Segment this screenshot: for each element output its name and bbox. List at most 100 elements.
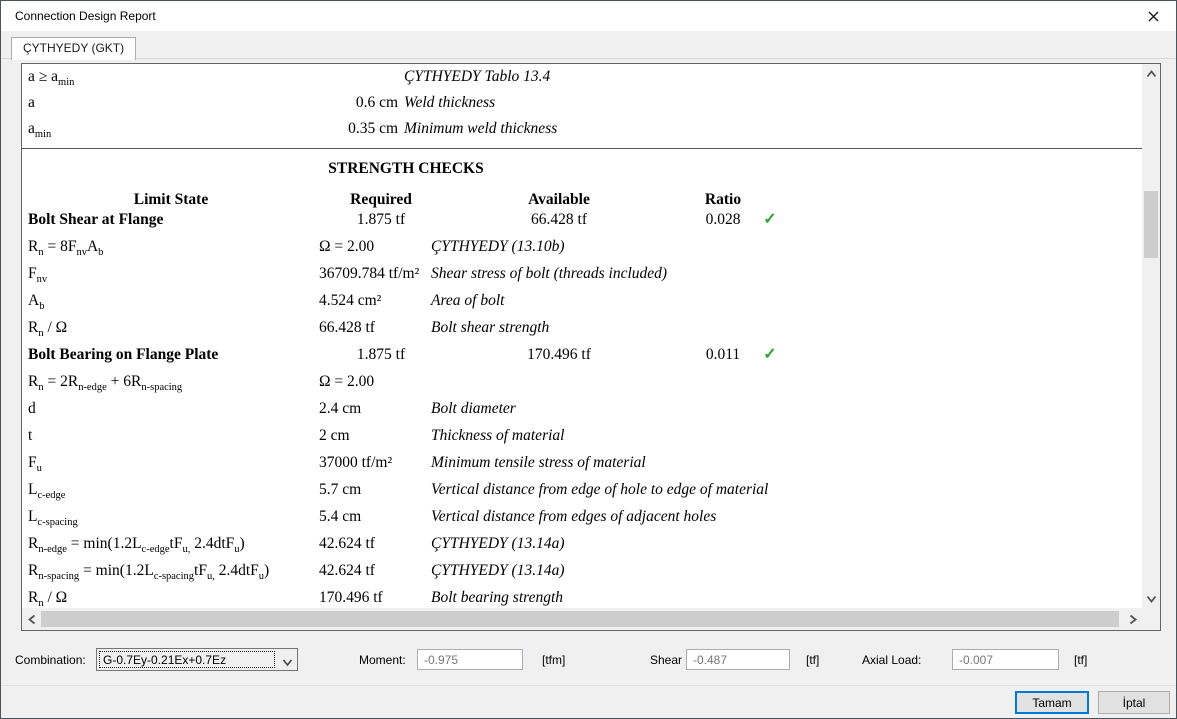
strength-check-rows: Bolt Shear at Flange 1.875 tf 66.428 tf 0.0… — [22, 206, 1142, 608]
row-description: Bolt bearing strength — [431, 589, 564, 606]
window-title: Connection Design Report — [15, 9, 156, 23]
row-formula: Rn = 2Rn-edge + 6Rn-spacing — [28, 373, 183, 393]
report-row: Rn / Ω 170.496 tf Bolt bearing strength — [22, 584, 1142, 608]
limit-state-row: Bolt Bearing on Flange Plate 1.875 tf 170.… — [22, 341, 1142, 368]
section-divider — [22, 148, 1142, 149]
chevron-down-icon — [282, 655, 293, 673]
row-formula: Fu — [28, 454, 42, 474]
combination-label: Combination: — [15, 653, 86, 667]
report-row: Rn-edge = min(1.2Lc-edgetFu, 2.4dtFu) 42.… — [22, 530, 1142, 557]
row-formula: Lc-spacing — [28, 508, 78, 528]
report-row: Rn / Ω 66.428 tf Bolt shear strength — [22, 314, 1142, 341]
row-description: Minimum tensile stress of material — [431, 454, 646, 471]
report-row: Rn = 2Rn-edge + 6Rn-spacing Ω = 2.00 — [22, 368, 1142, 395]
title-bar[interactable]: Connection Design Report — [1, 1, 1176, 31]
row-formula: a ≥ amin — [28, 68, 75, 88]
report-row: t 2 cm Thickness of material — [22, 422, 1142, 449]
row-formula: Rn / Ω — [28, 589, 68, 608]
row-value: Ω = 2.00 — [319, 238, 375, 255]
row-description: Bolt diameter — [431, 400, 516, 417]
shear-load-unit: [tf] — [806, 653, 820, 667]
weld-rows: a ≥ amin ÇYTHYEDY Tablo 13.4 a 0.6 cm Weld t… — [22, 64, 1142, 142]
axial-load-label: Axial Load: — [862, 653, 922, 667]
report-row: Lc-spacing 5.4 cm Vertical distance from e… — [22, 503, 1142, 530]
required-value: 1.875 tf — [356, 211, 406, 228]
row-value: 0.6 cm — [355, 94, 398, 111]
row-description: Shear stress of bolt (threads included) — [431, 265, 668, 282]
report-row: Fu 37000 tf/m² Minimum tensile stress of m… — [22, 449, 1142, 476]
row-formula: amin — [28, 120, 52, 140]
vertical-scroll-thumb[interactable] — [1144, 191, 1158, 258]
cancel-button[interactable]: İptal — [1098, 691, 1170, 714]
row-description: ÇYTHYEDY (13.14a) — [431, 535, 565, 552]
row-formula: d — [28, 400, 36, 417]
row-description: Thickness of material — [431, 427, 565, 444]
row-description: Vertical distance from edge of hole to e… — [431, 481, 769, 498]
horizontal-scroll-thumb[interactable] — [41, 611, 1119, 627]
report-row: a 0.6 cm Weld thickness — [22, 90, 1142, 116]
row-formula: Ab — [28, 292, 45, 312]
row-formula: Lc-edge — [28, 481, 66, 501]
report-row: Rn = 8FnvAb Ω = 2.00 ÇYTHYEDY (13.10b) — [22, 233, 1142, 260]
row-value: 0.35 cm — [348, 120, 398, 137]
combination-selected-value: G-0.7Ey-0.21Ex+0.7Ez — [99, 651, 275, 668]
row-value: 36709.784 tf/m² — [319, 265, 420, 282]
row-value — [302, 64, 398, 90]
limit-state-name: Bolt Bearing on Flange Plate — [28, 346, 219, 363]
report-row: a ≥ amin ÇYTHYEDY Tablo 13.4 — [22, 64, 1142, 90]
tab-cythyedy-gkt[interactable]: ÇYTHYEDY (GKT) — [11, 37, 137, 60]
section-title: STRENGTH CHECKS — [328, 160, 484, 177]
footer-separator — [1, 685, 1176, 686]
row-description: ÇYTHYEDY Tablo 13.4 — [404, 68, 551, 85]
ok-button[interactable]: Tamam — [1015, 691, 1089, 714]
row-value: 42.624 tf — [319, 535, 375, 552]
close-icon[interactable] — [1130, 1, 1176, 31]
row-value: 42.624 tf — [319, 562, 375, 579]
report-row: Fnv 36709.784 tf/m² Shear stress of bolt (… — [22, 260, 1142, 287]
moment-unit: [tfm] — [542, 653, 566, 667]
row-value: 37000 tf/m² — [319, 454, 393, 471]
combination-select[interactable]: G-0.7Ey-0.21Ex+0.7Ez — [96, 648, 298, 671]
axial-load-unit: [tf] — [1074, 653, 1088, 667]
ratio-value: 0.028 — [705, 211, 741, 228]
row-formula: t — [28, 427, 33, 444]
limit-state-name: Bolt Shear at Flange — [28, 211, 164, 228]
moment-input[interactable] — [417, 649, 523, 670]
report-content: a ≥ amin ÇYTHYEDY Tablo 13.4 a 0.6 cm Weld t… — [22, 64, 1142, 608]
row-value: 2.4 cm — [319, 400, 362, 417]
row-description: Bolt shear strength — [431, 319, 550, 336]
row-formula: Rn = 8FnvAb — [28, 238, 104, 258]
row-description: ÇYTHYEDY (13.14a) — [431, 562, 565, 579]
scroll-left-icon[interactable] — [22, 608, 42, 630]
row-formula: Rn / Ω — [28, 319, 68, 339]
row-formula: a — [28, 94, 35, 111]
row-description: Minimum weld thickness — [404, 120, 558, 137]
report-row: amin 0.35 cm Minimum weld thickness — [22, 116, 1142, 142]
report-row: d 2.4 cm Bolt diameter — [22, 395, 1142, 422]
available-value: 66.428 tf — [531, 211, 587, 228]
scroll-up-icon[interactable] — [1142, 64, 1160, 84]
scroll-right-icon[interactable] — [1122, 608, 1142, 630]
check-pass-icon: ✓ — [763, 211, 777, 228]
row-value: Ω = 2.00 — [319, 373, 375, 390]
tab-strip: ÇYTHYEDY (GKT) — [1, 31, 1176, 60]
axial-load-input[interactable] — [952, 649, 1059, 670]
check-pass-icon: ✓ — [763, 346, 777, 363]
row-value: 66.428 tf — [319, 319, 375, 336]
report-row: Ab 4.524 cm² Area of bolt — [22, 287, 1142, 314]
row-value: 170.496 tf — [319, 589, 383, 606]
limit-state-row: Bolt Shear at Flange 1.875 tf 66.428 tf 0.0… — [22, 206, 1142, 233]
vertical-scrollbar[interactable] — [1142, 64, 1160, 608]
connection-design-report-dialog: Connection Design Report ÇYTHYEDY (GKT) … — [0, 0, 1177, 719]
row-description: Area of bolt — [431, 292, 505, 309]
row-formula: Fnv — [28, 265, 48, 285]
row-value: 5.4 cm — [319, 508, 362, 525]
report-panel: a ≥ amin ÇYTHYEDY Tablo 13.4 a 0.6 cm Weld t… — [21, 63, 1161, 631]
row-value: 2 cm — [319, 427, 350, 444]
shear-load-input[interactable] — [686, 649, 790, 670]
report-row: Rn-spacing = min(1.2Lc-spacingtFu, 2.4dt… — [22, 557, 1142, 584]
row-formula: Rn-edge = min(1.2Lc-edgetFu, 2.4dtFu) — [28, 535, 245, 555]
row-description: ÇYTHYEDY (13.10b) — [431, 238, 565, 255]
horizontal-scrollbar[interactable] — [22, 608, 1142, 630]
scroll-down-icon[interactable] — [1142, 588, 1160, 608]
